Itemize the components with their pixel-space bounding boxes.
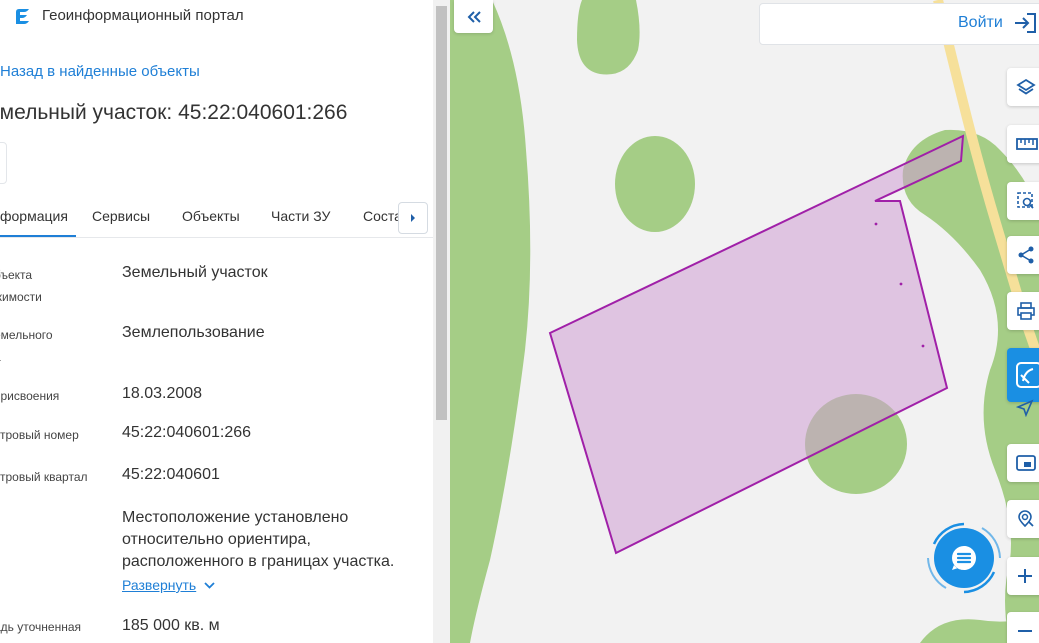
- minimap-icon: [1016, 455, 1036, 471]
- forest-patch-top: [577, 0, 640, 75]
- attr-value-area: 185 000 кв. м: [122, 617, 220, 634]
- geolocation-button[interactable]: [1007, 392, 1039, 424]
- attr-label-area: адь уточненная: [0, 620, 82, 634]
- expand-link-label: Развернуть: [122, 577, 197, 593]
- layers-icon: [1016, 78, 1036, 95]
- attr-value-cadastral-number: 45:22:040601:266: [122, 424, 252, 441]
- layers-button[interactable]: [1007, 68, 1039, 106]
- share-icon: [1018, 246, 1034, 264]
- attr-label-cadastral-block: стровый квартал: [0, 470, 88, 484]
- attr-value-object-type: Земельный участок: [122, 264, 268, 281]
- panel-content: Геоинформационный портал Назад в найденн…: [0, 0, 433, 643]
- tabs-scroll-right-button[interactable]: [398, 202, 428, 234]
- tab-services[interactable]: Сервисы: [92, 208, 150, 224]
- print-icon: [1017, 302, 1035, 320]
- chevron-down-icon: [204, 581, 215, 589]
- tab-objects[interactable]: Объекты: [182, 208, 240, 224]
- select-area-button[interactable]: [1007, 182, 1039, 220]
- expand-address-link[interactable]: Развернуть: [122, 577, 215, 593]
- panel-scrollbar-thumb[interactable]: [436, 6, 447, 420]
- map-view-icon: [1016, 362, 1039, 388]
- double-chevron-left-icon: [467, 10, 481, 23]
- attr-value-cadastral-block: 45:22:040601: [122, 466, 220, 483]
- measure-button[interactable]: [1007, 125, 1039, 163]
- search-location-icon: [1018, 510, 1034, 528]
- object-action-button[interactable]: [0, 142, 7, 184]
- search-location-button[interactable]: [1007, 500, 1039, 538]
- object-tabs: формация Сервисы Объекты Части ЗУ Соста: [0, 198, 433, 238]
- portal-logo-icon: [16, 9, 29, 24]
- attr-label-object-type: бъектажимости: [0, 268, 42, 304]
- collapse-panel-button[interactable]: [454, 0, 493, 33]
- tab-parcel-parts[interactable]: Части ЗУ: [271, 208, 330, 224]
- attr-label-assignment-date: присвоения: [0, 389, 60, 403]
- attr-value-address: Местоположение установлено относительно …: [122, 509, 395, 570]
- chevron-right-icon: [411, 214, 415, 222]
- attr-label-cadastral-number: стровый номер: [0, 428, 79, 442]
- navigate-icon: [1016, 399, 1034, 417]
- chat-button[interactable]: [934, 528, 994, 588]
- object-title: емельный участок: 45:22:040601:266: [0, 101, 348, 124]
- zoom-in-button[interactable]: [1007, 557, 1039, 595]
- plus-icon: [1018, 569, 1032, 583]
- login-icon[interactable]: [1014, 12, 1038, 34]
- attr-value-parcel-type: Землепользование: [122, 324, 265, 341]
- attr-label-parcel-type: емельногоа: [0, 328, 53, 364]
- minus-icon: [1018, 630, 1032, 632]
- print-button[interactable]: [1007, 292, 1039, 330]
- forest-strip-left: [450, 0, 531, 643]
- forest-patch-round: [615, 136, 695, 232]
- zoom-out-button[interactable]: [1007, 612, 1039, 643]
- share-button[interactable]: [1007, 236, 1039, 274]
- attr-value-assignment-date: 18.03.2008: [122, 385, 203, 402]
- portal-title: Геоинформационный портал: [42, 7, 244, 24]
- object-info-panel: Геоинформационный портал Назад в найденн…: [0, 0, 450, 643]
- minimap-button[interactable]: [1007, 444, 1039, 482]
- tab-composition[interactable]: Соста: [363, 208, 402, 224]
- tab-information[interactable]: формация: [0, 208, 76, 237]
- back-to-results-link[interactable]: Назад в найденные объекты: [0, 63, 200, 80]
- login-button[interactable]: Войти: [958, 14, 1003, 32]
- cadastral-parcel-outline: [548, 134, 965, 555]
- ruler-icon: [1016, 138, 1038, 150]
- chat-icon: [952, 546, 976, 570]
- select-area-icon: [1017, 192, 1034, 209]
